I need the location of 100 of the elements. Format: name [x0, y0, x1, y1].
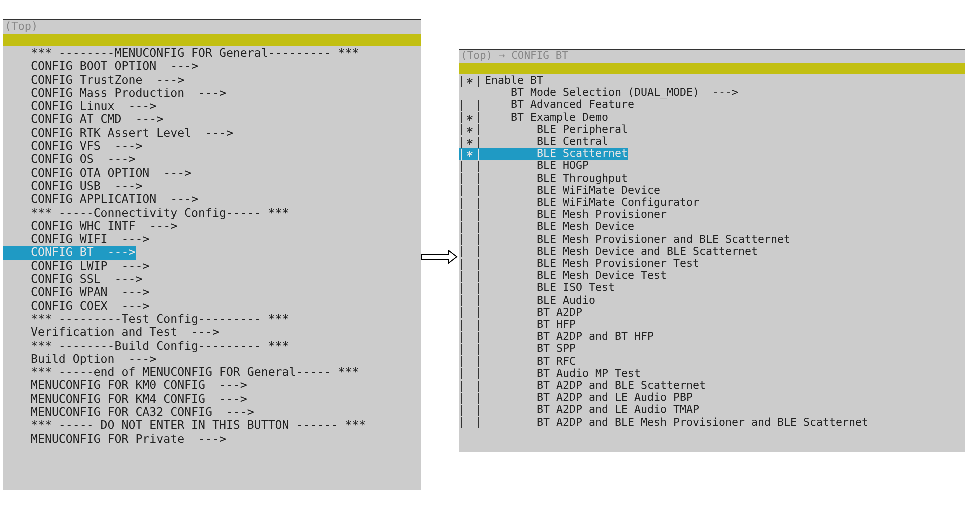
menu-item[interactable]: *** --------MENUCONFIG FOR General--------- ***: [3, 47, 360, 60]
menu-item[interactable]: CONFIG WHC INTF --->: [3, 220, 178, 234]
menu-item[interactable]: BLE Mesh Device Test: [459, 270, 668, 282]
menu-item[interactable]: Verification and Test --->: [3, 326, 220, 340]
item-label: BLE Mesh Device and BLE Scatternet: [537, 246, 758, 258]
checkbox[interactable]: [461, 76, 479, 87]
menu-item[interactable]: CONFIG RTK Assert Level --->: [3, 126, 234, 140]
menu-item[interactable]: CONFIG VFS --->: [3, 140, 143, 154]
menu-item[interactable]: BT Example Demo: [459, 112, 609, 124]
menu-item[interactable]: BT A2DP and LE Audio PBP: [459, 392, 694, 404]
checkbox[interactable]: [461, 356, 479, 368]
menu-item[interactable]: CONFIG USB --->: [3, 180, 143, 194]
menu-item[interactable]: BT RFC: [459, 356, 576, 368]
menu-item[interactable]: BLE Mesh Provisioner: [459, 209, 668, 222]
checkbox[interactable]: [461, 417, 479, 428]
menu-item[interactable]: CONFIG Mass Production --->: [3, 86, 226, 100]
checkbox[interactable]: [461, 185, 479, 196]
item-label: BT A2DP and BT HFP: [537, 331, 654, 344]
menu-item[interactable]: BLE Mesh Device and BLE Scatternet: [459, 246, 758, 258]
menu-item[interactable]: BLE Mesh Provisioner and BLE Scatternet: [459, 234, 791, 246]
menu-item[interactable]: *** -----Connectivity Config----- ***: [3, 206, 290, 220]
menu-item[interactable]: BT Advanced Feature: [459, 99, 635, 112]
item-label: BT A2DP and LE Audio PBP: [537, 392, 694, 404]
menu-item[interactable]: BLE WiFiMate Device: [459, 184, 661, 198]
checkbox[interactable]: [461, 368, 479, 380]
checkbox[interactable]: [461, 173, 479, 184]
checkbox[interactable]: [461, 295, 479, 306]
menu-item[interactable]: BT A2DP and BT HFP: [459, 331, 654, 344]
menu-item[interactable]: BT A2DP and LE Audio TMAP: [459, 404, 700, 417]
menu-item[interactable]: *** --------Build Config--------- ***: [3, 340, 290, 353]
menu-item[interactable]: BT SPP: [459, 343, 576, 356]
checkbox[interactable]: [461, 380, 479, 392]
checkbox[interactable]: [461, 210, 479, 221]
checkbox[interactable]: [461, 344, 479, 356]
checkbox[interactable]: [461, 234, 479, 246]
menu-item[interactable]: CONFIG WIFI --->: [3, 233, 150, 246]
menu-item[interactable]: BLE HOGP: [459, 160, 590, 173]
checkbox[interactable]: [461, 222, 479, 234]
item-label: BLE Mesh Device Test: [537, 270, 668, 282]
menu-item[interactable]: CONFIG LWIP --->: [3, 260, 150, 274]
item-label: BT Advanced Feature: [511, 99, 635, 112]
menu-item[interactable]: *** ---------Test Config--------- ***: [3, 312, 290, 326]
checkbox[interactable]: [461, 246, 479, 258]
menu-item[interactable]: CONFIG OTA OPTION --->: [3, 166, 192, 180]
checkbox[interactable]: [461, 307, 479, 318]
menu-item[interactable]: CONFIG TrustZone --->: [3, 74, 185, 87]
item-label: BLE Scatternet: [537, 148, 628, 160]
checkbox[interactable]: [461, 112, 479, 124]
menu-item[interactable]: CONFIG SSL --->: [3, 273, 143, 286]
item-label: BLE Audio: [537, 294, 596, 307]
menu-item[interactable]: BT HFP: [459, 319, 576, 332]
menu-item[interactable]: MENUCONFIG FOR KM0 CONFIG --->: [3, 379, 248, 393]
checkbox[interactable]: [461, 270, 479, 282]
menu-item[interactable]: CONFIG AT CMD --->: [3, 113, 164, 127]
menu-item[interactable]: CONFIG OS --->: [3, 153, 136, 167]
checkbox[interactable]: [461, 392, 479, 404]
menu-item[interactable]: BLE Throughput: [459, 172, 628, 185]
checkbox[interactable]: [461, 161, 479, 172]
menu-item[interactable]: BLE WiFiMate Configurator: [459, 197, 700, 210]
menu-item[interactable]: CONFIG WPAN --->: [3, 286, 150, 300]
item-label: BT Example Demo: [511, 112, 609, 124]
menu-item[interactable]: BT Audio MP Test: [459, 368, 642, 380]
menu-item[interactable]: BLE Peripheral: [459, 124, 628, 136]
menu-item[interactable]: BT Mode Selection (DUAL_MODE) --->: [459, 87, 739, 100]
menu-item[interactable]: Enable BT: [459, 75, 544, 88]
checkbox[interactable]: [461, 283, 479, 294]
menu-item[interactable]: CONFIG APPLICATION --->: [3, 193, 199, 207]
menu-item[interactable]: BLE Audio: [459, 294, 596, 307]
item-label: BT A2DP: [537, 306, 583, 320]
menu-item[interactable]: Build Option --->: [3, 352, 157, 366]
menu-item[interactable]: BT A2DP and BLE Mesh Provisioner and BLE Scatternet: [459, 416, 869, 429]
menu-item[interactable]: BLE Mesh Device: [459, 221, 635, 234]
menu-item[interactable]: BLE ISO Test: [459, 282, 616, 295]
breadcrumb-title: (Top): [4, 20, 38, 34]
menu-item[interactable]: BLE Mesh Provisioner Test: [459, 258, 700, 270]
checkbox[interactable]: [461, 198, 479, 209]
checkbox[interactable]: [461, 258, 479, 270]
checkbox[interactable]: [461, 124, 479, 136]
checkbox[interactable]: [461, 320, 479, 331]
asterisk-icon: [467, 139, 473, 146]
checkbox[interactable]: [461, 332, 479, 343]
menu-item[interactable]: MENUCONFIG FOR KM4 CONFIG --->: [3, 392, 248, 406]
asterisk-icon: [467, 114, 473, 121]
menu-item[interactable]: CONFIG Linux --->: [3, 100, 157, 114]
menu-item[interactable]: *** -----end of MENUCONFIG FOR General----- ***: [3, 366, 360, 380]
menu-item[interactable]: *** ----- DO NOT ENTER IN THIS BUTTON ------ ***: [3, 419, 366, 433]
item-label: BLE HOGP: [537, 160, 590, 173]
item-label: BT Audio MP Test: [537, 368, 642, 380]
item-label: BT A2DP and BLE Scatternet: [537, 380, 706, 392]
checkbox[interactable]: [461, 100, 479, 111]
menu-item[interactable]: CONFIG BOOT OPTION --->: [3, 60, 199, 74]
menu-item[interactable]: MENUCONFIG FOR Private --->: [3, 432, 226, 446]
menu-item[interactable]: BT A2DP: [459, 306, 583, 320]
item-label: BT A2DP and BLE Mesh Provisioner and BLE Scatternet: [537, 416, 869, 429]
checkbox[interactable]: [461, 405, 479, 416]
menu-item[interactable]: BT A2DP and BLE Scatternet: [459, 380, 706, 392]
menu-item[interactable]: MENUCONFIG FOR CA32 CONFIG --->: [3, 406, 254, 420]
item-label: BT Mode Selection (DUAL_MODE) --->: [511, 87, 739, 100]
menu-item[interactable]: CONFIG COEX --->: [3, 300, 150, 313]
asterisk-icon: [467, 78, 473, 84]
